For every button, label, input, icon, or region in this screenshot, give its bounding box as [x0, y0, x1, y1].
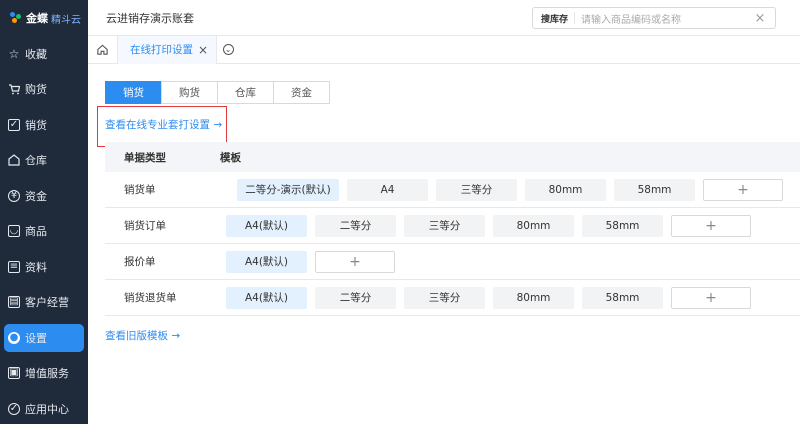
warehouse-icon	[8, 154, 20, 166]
product-icon: ◡	[8, 225, 20, 238]
sidebar-item-label: 资金	[25, 189, 47, 203]
sidebar-item-label: 仓库	[25, 154, 47, 168]
sidebar-item-label: 应用中心	[25, 402, 69, 416]
tabs-more-button[interactable]: ⌄	[217, 44, 239, 55]
sidebar-item-label: 客户经营	[25, 296, 69, 310]
main-content: 销货 购货 仓库 资金 查看在线专业套打设置 → 单据类型 模板 销货单 二等分…	[88, 64, 800, 424]
template-table: 单据类型 模板 销货单 二等分-演示(默认) A4 三等分 80mm 58mm …	[105, 142, 800, 316]
logo[interactable]: 金蝶 精斗云	[0, 0, 88, 36]
search-input[interactable]: 请输入商品编码或名称	[575, 11, 753, 26]
sidebar: 金蝶 精斗云 ☆ 收藏 购货 ✓ 销货 仓库 ¥ 资金 ◡ 商品 ≡ 资料 ▤ …	[0, 0, 88, 424]
sidebar-item-label: 销货	[25, 118, 47, 132]
header-template: 模板	[220, 151, 241, 164]
sidebar-item-customer[interactable]: ▤ 客户经营	[0, 285, 88, 321]
template-button[interactable]: 58mm	[582, 286, 663, 309]
sidebar-item-label: 增值服务	[25, 367, 69, 381]
template-button[interactable]: 58mm	[582, 214, 663, 237]
top-header: 云进销存演示账套 搜库存 请输入商品编码或名称 ×	[88, 0, 800, 36]
sidebar-item-label: 收藏	[25, 47, 47, 61]
sidebar-item-label: 设置	[25, 331, 47, 345]
search-box[interactable]: 搜库存 请输入商品编码或名称 ×	[532, 7, 776, 29]
home-button[interactable]	[88, 35, 118, 64]
table-row: 销货退货单 A4(默认) 二等分 三等分 80mm 58mm +	[105, 280, 800, 316]
segment-purchase[interactable]: 购货	[161, 81, 218, 104]
sidebar-item-settings[interactable]: ● 设置	[0, 320, 88, 356]
account-title: 云进销存演示账套	[106, 11, 194, 25]
sidebar-item-favorites[interactable]: ☆ 收藏	[0, 36, 88, 72]
category-segments: 销货 购货 仓库 资金	[105, 81, 330, 104]
service-icon: ▣	[8, 367, 20, 380]
close-icon[interactable]: ×	[753, 11, 767, 26]
brand-sub: 精斗云	[51, 14, 81, 26]
template-button[interactable]: 三等分	[436, 178, 517, 201]
table-row: 报价单 A4(默认) +	[105, 244, 800, 280]
sidebar-item-label: 购货	[25, 83, 47, 97]
sidebar-item-data[interactable]: ≡ 资料	[0, 249, 88, 285]
brand-name: 金蝶	[26, 12, 48, 25]
table-row: 销货订单 A4(默认) 二等分 三等分 80mm 58mm +	[105, 208, 800, 244]
sidebar-item-purchase[interactable]: 购货	[0, 72, 88, 108]
template-button[interactable]: 80mm	[493, 286, 574, 309]
add-template-button[interactable]: +	[315, 250, 395, 273]
add-template-button[interactable]: +	[703, 178, 783, 201]
template-button[interactable]: 80mm	[493, 214, 574, 237]
home-icon	[97, 44, 108, 55]
template-button[interactable]: 三等分	[404, 286, 485, 309]
sidebar-item-label: 商品	[25, 225, 47, 239]
segment-warehouse[interactable]: 仓库	[217, 81, 274, 104]
template-button[interactable]: 80mm	[525, 178, 606, 201]
segment-sales[interactable]: 销货	[105, 81, 162, 104]
segment-funds[interactable]: 资金	[273, 81, 330, 104]
add-template-button[interactable]: +	[671, 286, 751, 309]
app-icon: ✓	[8, 402, 20, 415]
template-button[interactable]: A4(默认)	[226, 214, 307, 237]
sidebar-item-warehouse[interactable]: 仓库	[0, 143, 88, 179]
table-header: 单据类型 模板	[105, 142, 800, 172]
template-button[interactable]: A4	[347, 178, 428, 201]
old-template-link[interactable]: 查看旧版模板 →	[105, 328, 180, 343]
logo-icon	[10, 12, 22, 24]
template-button[interactable]: 二等分	[315, 286, 396, 309]
gear-icon: ●	[8, 331, 20, 344]
table-row: 销货单 二等分-演示(默认) A4 三等分 80mm 58mm +	[105, 172, 800, 208]
template-button[interactable]: 58mm	[614, 178, 695, 201]
tab-online-print-settings[interactable]: 在线打印设置 ×	[118, 35, 218, 64]
add-template-button[interactable]: +	[671, 214, 751, 237]
close-tab-icon[interactable]: ×	[198, 43, 208, 57]
sales-icon: ✓	[8, 118, 20, 131]
header-doc-type: 单据类型	[124, 151, 166, 164]
doc-type-name: 销货退货单	[124, 292, 177, 304]
yen-icon: ¥	[8, 189, 20, 202]
sidebar-item-label: 资料	[25, 260, 47, 274]
star-icon: ☆	[8, 46, 20, 61]
template-button[interactable]: 二等分	[315, 214, 396, 237]
sidebar-item-app-center[interactable]: ✓ 应用中心	[0, 391, 88, 424]
cart-icon	[8, 83, 20, 95]
template-button[interactable]: 二等分-演示(默认)	[237, 178, 339, 201]
document-icon: ≡	[8, 260, 20, 273]
template-button[interactable]: A4(默认)	[226, 250, 307, 273]
tab-label: 在线打印设置	[130, 44, 193, 56]
page-tabbar: 在线打印设置 × ⌄	[88, 35, 800, 64]
sidebar-item-value-added[interactable]: ▣ 增值服务	[0, 356, 88, 392]
customer-icon: ▤	[8, 296, 20, 309]
template-button[interactable]: A4(默认)	[226, 286, 307, 309]
sidebar-item-products[interactable]: ◡ 商品	[0, 214, 88, 250]
sidebar-item-sales[interactable]: ✓ 销货	[0, 107, 88, 143]
doc-type-name: 销货单	[124, 184, 156, 196]
doc-type-name: 报价单	[124, 256, 156, 268]
chevron-down-icon: ⌄	[222, 44, 234, 55]
template-button[interactable]: 三等分	[404, 214, 485, 237]
pro-print-settings-link[interactable]: 查看在线专业套打设置 →	[105, 117, 222, 132]
doc-type-name: 销货订单	[124, 220, 166, 232]
sidebar-item-funds[interactable]: ¥ 资金	[0, 178, 88, 214]
search-scope-select[interactable]: 搜库存	[533, 12, 576, 25]
